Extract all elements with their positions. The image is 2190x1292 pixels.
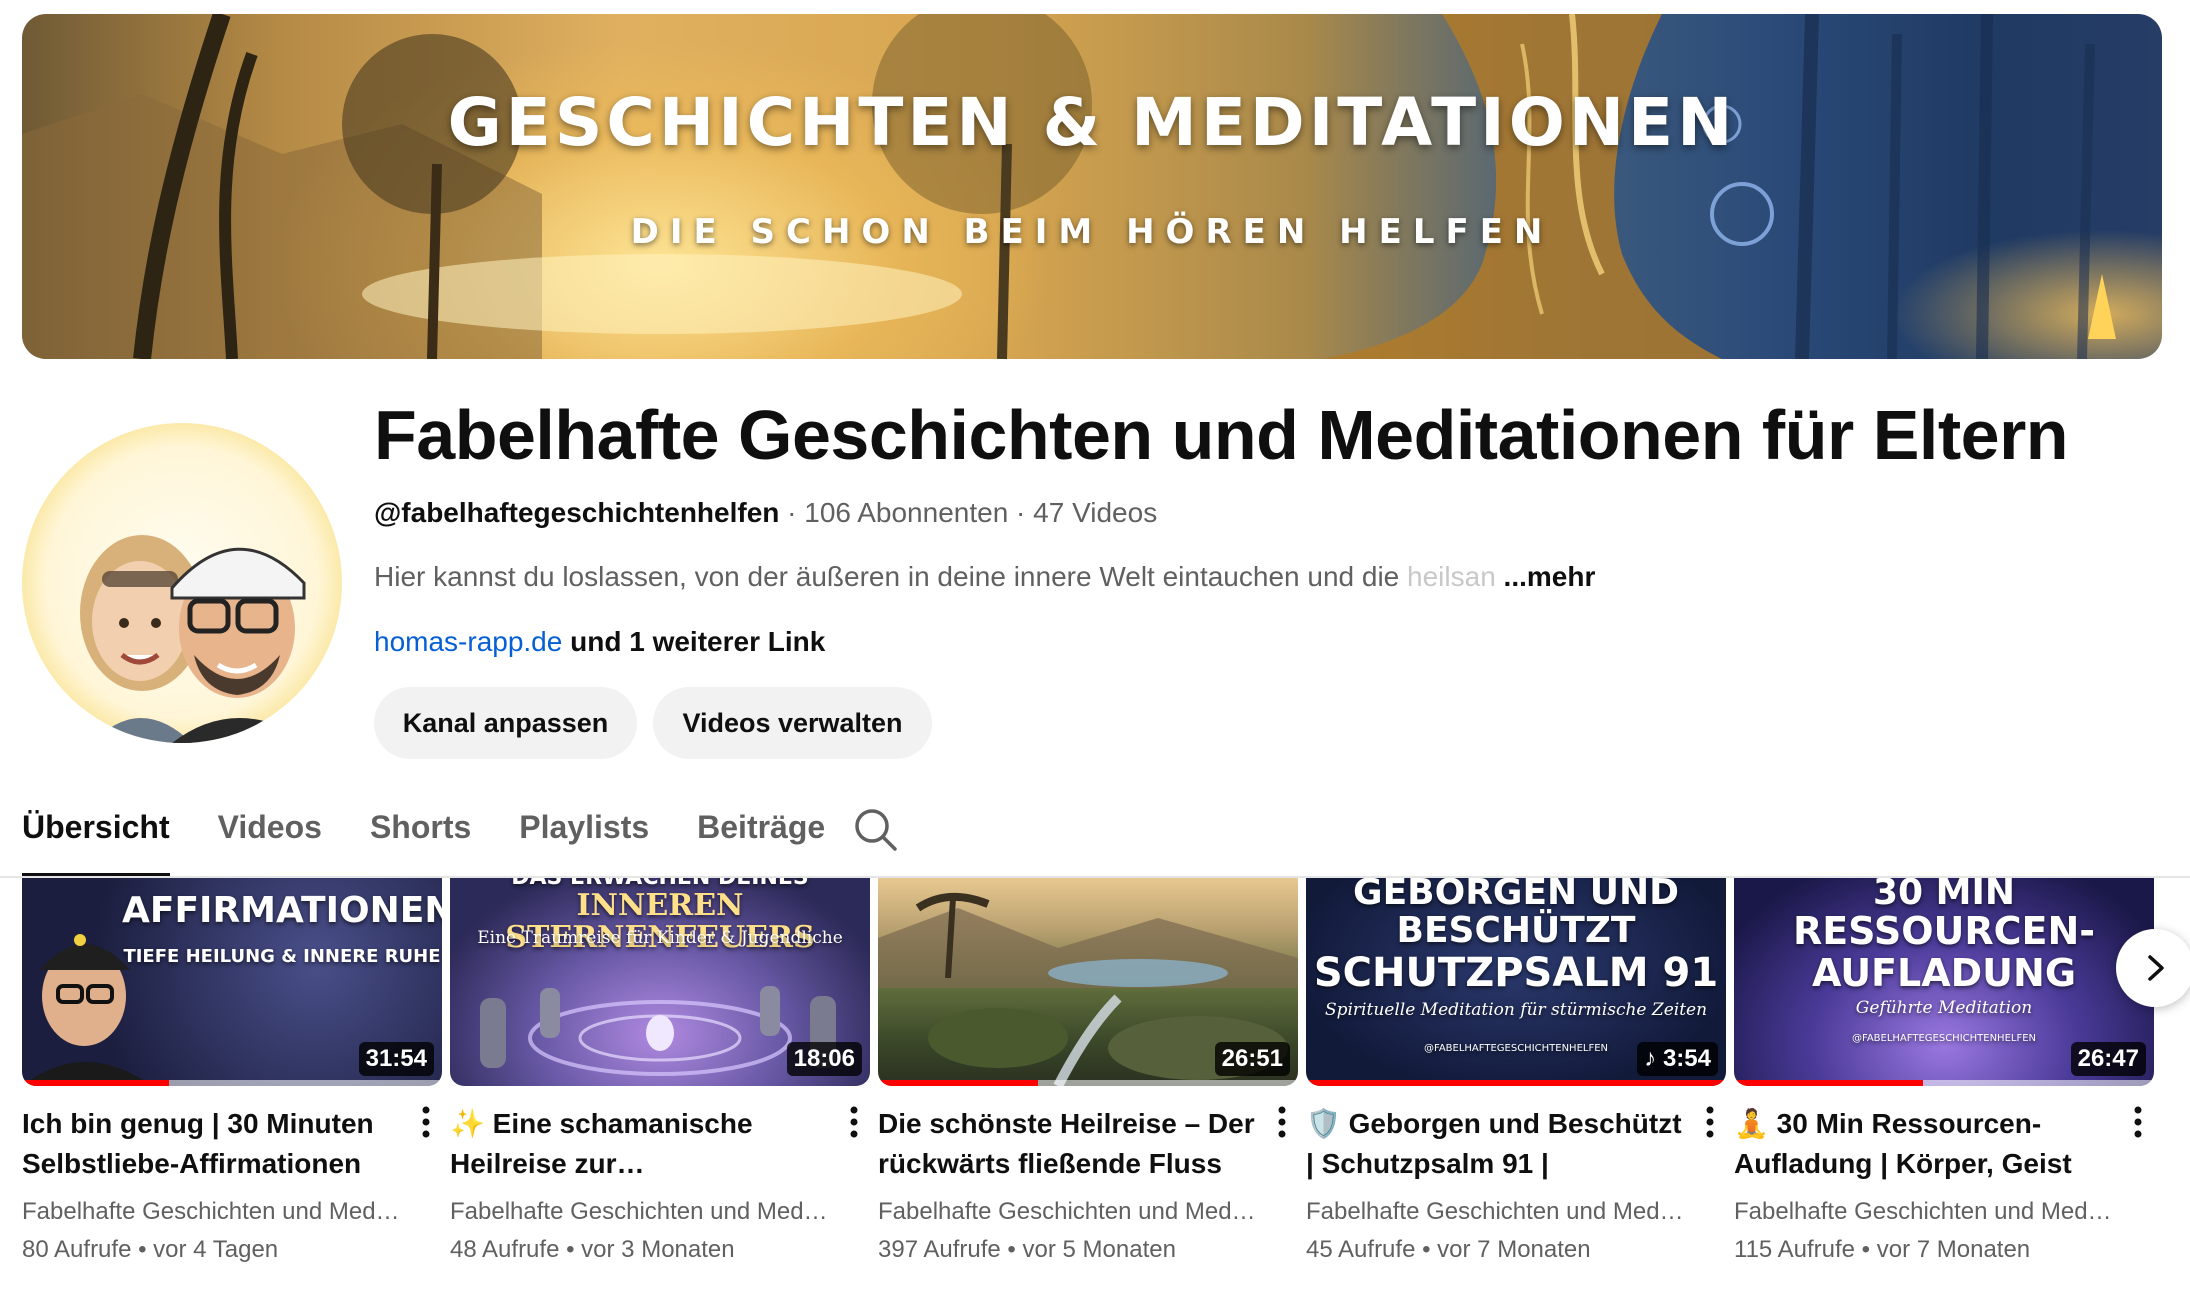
video-title[interactable]: 🛡️ Geborgen und Beschützt | Schutzpsalm … xyxy=(1306,1104,1686,1184)
video-stats: 45 Aufrufe • vor 7 Monaten xyxy=(1306,1236,1591,1263)
thumbnail-title: AFFIRMATIONEN xyxy=(122,890,442,931)
video-title[interactable]: ✨ Eine schamanische Heilreise zur… xyxy=(450,1104,830,1184)
upload-age: vor 7 Monaten xyxy=(1876,1236,2031,1263)
thumbnail-title-line2: RESSOURCEN- xyxy=(1792,909,2096,953)
upload-age: vor 3 Monaten xyxy=(581,1236,735,1263)
shelf-next-button[interactable] xyxy=(2116,929,2190,1007)
channel-description[interactable]: Hier kannst du loslassen, von der äußere… xyxy=(374,561,1595,593)
video-thumbnail[interactable]: GEBORGEN UND BESCHÜTZT SCHUTZPSALM 91 Sp… xyxy=(1306,878,1726,1086)
banner-artwork xyxy=(22,14,2116,359)
video-shelf: AFFIRMATIONEN TIEFE HEILUNG & INNERE RUH… xyxy=(22,878,2154,1292)
watch-progress-fill xyxy=(878,1080,1038,1086)
channel-meta: @fabelhaftegeschichtenhelfen · 106 Abonn… xyxy=(374,497,1157,529)
customize-channel-button[interactable]: Kanal anpassen xyxy=(374,687,637,759)
tab-posts[interactable]: Beiträge xyxy=(697,805,825,877)
website-link[interactable]: homas-rapp.de xyxy=(374,626,562,657)
thumbnail-title-line1: GEBORGEN UND xyxy=(1353,878,1679,913)
more-actions-icon[interactable] xyxy=(1268,1102,1296,1142)
video-title[interactable]: 🧘 30 Min Ressourcen-Aufladung | Körper, … xyxy=(1734,1104,2114,1184)
video-duration: 18:06 xyxy=(786,1042,862,1076)
tab-videos[interactable]: Videos xyxy=(218,805,322,877)
channel-links: homas-rapp.de und 1 weiterer Link xyxy=(374,626,825,658)
video-stats: 80 Aufrufe • vor 4 Tagen xyxy=(22,1236,279,1263)
video-channel-name[interactable]: Fabelhafte Geschichten und Med… xyxy=(1306,1198,1706,1226)
video-card[interactable]: 30 MIN RESSOURCEN- AUFLADUNG Geführte Me… xyxy=(1734,878,2154,1264)
watch-progress-bar xyxy=(1734,1080,2154,1086)
view-count: 115 Aufrufe xyxy=(1734,1236,1855,1263)
meta-separator: · xyxy=(1016,497,1034,528)
video-stats: 397 Aufrufe • vor 5 Monaten xyxy=(878,1236,1176,1263)
channel-banner: GESCHICHTEN & MEDITATIONEN DIE SCHON BEI… xyxy=(22,14,2162,359)
chevron-right-icon xyxy=(2148,955,2164,981)
watch-progress-fill xyxy=(1734,1080,1923,1086)
video-channel-name[interactable]: Fabelhafte Geschichten und Med… xyxy=(22,1198,422,1226)
video-count: 47 Videos xyxy=(1033,497,1158,528)
view-count: 80 Aufrufe xyxy=(22,1236,132,1263)
view-count: 45 Aufrufe xyxy=(1306,1236,1416,1263)
upload-age: vor 7 Monaten xyxy=(1437,1236,1591,1263)
watch-progress-fill xyxy=(22,1080,169,1086)
video-card[interactable]: AFFIRMATIONEN TIEFE HEILUNG & INNERE RUH… xyxy=(22,878,442,1264)
tab-overview[interactable]: Übersicht xyxy=(22,805,170,877)
video-title[interactable]: Die schönste Heilreise – Der rückwärts f… xyxy=(878,1104,1258,1184)
video-channel-name[interactable]: Fabelhafte Geschichten und Med… xyxy=(1734,1198,2134,1226)
upload-age: vor 5 Monaten xyxy=(1022,1236,1176,1263)
thumbnail-subtitle: Geführte Meditation xyxy=(1855,998,2033,1018)
watch-progress-fill xyxy=(1306,1080,1726,1086)
channel-name: Fabelhafte Geschichten und Meditationen … xyxy=(374,396,2069,474)
more-links-button[interactable]: und 1 weiterer Link xyxy=(570,626,825,657)
meta-separator: · xyxy=(787,497,805,528)
description-text: Hier kannst du loslassen, von der äußere… xyxy=(374,561,1408,592)
thumbnail-subtitle: Eine Traumreise für Kinder & Jugendliche xyxy=(477,928,843,948)
description-fade-text: heilsan xyxy=(1407,561,1496,592)
video-channel-name[interactable]: Fabelhafte Geschichten und Med… xyxy=(450,1198,850,1226)
video-thumbnail[interactable]: 30 MIN RESSOURCEN- AUFLADUNG Geführte Me… xyxy=(1734,878,2154,1086)
channel-handle: @fabelhaftegeschichtenhelfen xyxy=(374,497,780,528)
video-stats: 115 Aufrufe • vor 7 Monaten xyxy=(1734,1236,2031,1263)
watch-progress-bar xyxy=(1306,1080,1726,1086)
thumbnail-title-line2: BESCHÜTZT xyxy=(1396,910,1636,951)
subscriber-count: 106 Abonnenten xyxy=(804,497,1009,528)
thumbnail-title-line3: SCHUTZPSALM 91 xyxy=(1313,950,1719,996)
more-actions-icon[interactable] xyxy=(1696,1102,1724,1142)
tab-shorts[interactable]: Shorts xyxy=(370,805,471,877)
manage-videos-button[interactable]: Videos verwalten xyxy=(653,687,932,759)
duration-text: 3:54 xyxy=(1662,1045,1711,1072)
video-card[interactable]: 26:51 Die schönste Heilreise – Der rückw… xyxy=(878,878,1298,1264)
music-note-icon: ♪ xyxy=(1644,1045,1663,1072)
more-actions-icon[interactable] xyxy=(840,1102,868,1142)
avatar-illustration xyxy=(80,535,312,743)
video-stats: 48 Aufrufe • vor 3 Monaten xyxy=(450,1236,735,1263)
watch-progress-bar xyxy=(878,1080,1298,1086)
video-card[interactable]: GEBORGEN UND BESCHÜTZT SCHUTZPSALM 91 Sp… xyxy=(1306,878,1726,1264)
video-thumbnail[interactable]: DAS ERWACHEN DEINES INNEREN STERNENFEUER… xyxy=(450,878,870,1086)
view-count: 48 Aufrufe xyxy=(450,1236,560,1263)
video-duration: 26:47 xyxy=(2070,1042,2146,1076)
video-title[interactable]: Ich bin genug | 30 Minuten Selbstliebe-A… xyxy=(22,1104,402,1184)
thumbnail-title-line1: 30 MIN xyxy=(1873,878,2015,913)
tab-playlists[interactable]: Playlists xyxy=(519,805,649,877)
video-channel-name[interactable]: Fabelhafte Geschichten und Med… xyxy=(878,1198,1278,1226)
upload-age: vor 4 Tagen xyxy=(153,1236,279,1263)
video-card[interactable]: DAS ERWACHEN DEINES INNEREN STERNENFEUER… xyxy=(450,878,870,1264)
video-thumbnail[interactable]: 26:51 xyxy=(878,878,1298,1086)
banner-title: GESCHICHTEN & MEDITATIONEN xyxy=(447,84,1737,161)
watch-progress-bar xyxy=(22,1080,442,1086)
thumbnail-subtitle: TIEFE HEILUNG & INNERE RUHE xyxy=(123,946,441,967)
channel-tabs: Übersicht Videos Shorts Playlists Beiträ… xyxy=(22,805,873,877)
video-duration: 31:54 xyxy=(358,1042,434,1076)
thumbnail-subtitle: Spirituelle Meditation für stürmische Ze… xyxy=(1324,1000,1708,1020)
search-icon[interactable] xyxy=(852,806,898,852)
video-duration: 26:51 xyxy=(1214,1042,1290,1076)
banner-subtitle: DIE SCHON BEIM HÖREN HELFEN xyxy=(630,212,1554,252)
more-link[interactable]: ...mehr xyxy=(1504,561,1596,592)
view-count: 397 Aufrufe xyxy=(878,1236,1001,1263)
video-thumbnail[interactable]: AFFIRMATIONEN TIEFE HEILUNG & INNERE RUH… xyxy=(22,878,442,1086)
more-actions-icon[interactable] xyxy=(412,1102,440,1142)
channel-avatar[interactable] xyxy=(22,423,342,743)
video-duration: ♪ 3:54 xyxy=(1637,1042,1718,1076)
more-actions-icon[interactable] xyxy=(2124,1102,2152,1142)
thumbnail-title-line3: AUFLADUNG xyxy=(1811,951,2077,995)
